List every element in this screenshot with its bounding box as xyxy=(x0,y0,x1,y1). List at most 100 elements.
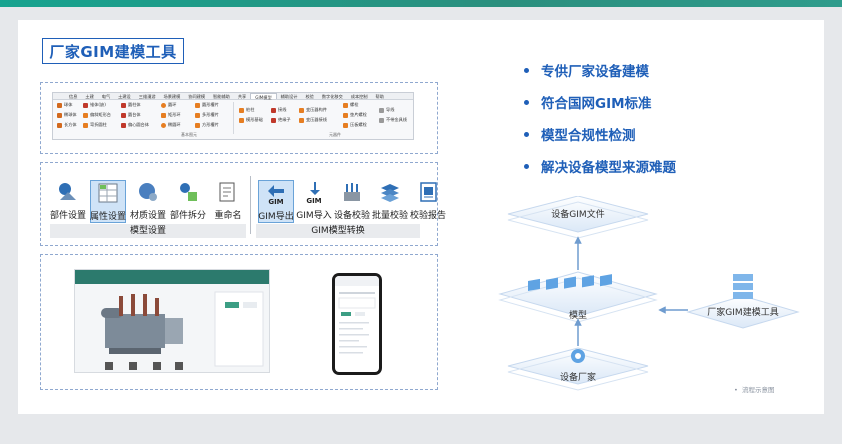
gim-tool-panel: 模型设置 GIM模型转换 部件设置 属性设置 材质设置 部件拆分 重命名 GIM GIM导出… xyxy=(48,168,446,240)
ribbon-tab[interactable]: 信息 xyxy=(65,93,81,99)
ribbon-tab[interactable]: 土建 xyxy=(81,93,97,99)
ribbon-item[interactable]: 偏斜矩形台 xyxy=(83,112,111,118)
ribbon-tab[interactable]: 三维漫游 xyxy=(135,93,160,99)
page-title-box: 厂家GIM建模工具 xyxy=(42,38,184,64)
ribbon-group-label: 基本图元 xyxy=(181,132,197,137)
flow-diagram: 设备GIM文件 模型 设备厂家 厂家GIM建模工具 xyxy=(498,196,800,391)
tool-property-settings-button[interactable]: 属性设置 xyxy=(90,180,126,223)
diagram-note: • 流程示意图 xyxy=(734,386,775,394)
tool-material-settings-button[interactable]: 材质设置 xyxy=(130,180,166,221)
ribbon-item[interactable]: 变压器接线 xyxy=(299,117,327,123)
ribbon-tab[interactable]: 校验 xyxy=(301,93,317,99)
ribbon-tab[interactable]: 电气 xyxy=(98,93,114,99)
mobile-preview xyxy=(332,273,382,375)
ribbon-col-5: 圆形槽片 多形槽片 方形槽片 xyxy=(195,102,219,128)
ribbon-item[interactable]: 长方体 xyxy=(57,122,77,128)
ribbon-item[interactable]: 圆形槽片 xyxy=(195,102,219,108)
svg-text:GIM: GIM xyxy=(268,198,283,205)
tool-label: GIM导入 xyxy=(296,211,332,221)
ribbon-item[interactable]: 球体 xyxy=(57,102,77,108)
ribbon-screenshot: 信息 土建 电气 土建设 三维漫游 场景建模 协同建模 智能辅助 共享 GIM模型 辅助设计 校验 数字… xyxy=(52,92,414,140)
feature-item: 符合国网GIM标准 xyxy=(524,86,676,118)
ribbon-col-7: 接线 绝缘子 xyxy=(271,107,291,123)
ribbon-item[interactable]: 接线 xyxy=(271,107,291,113)
batch-check-icon xyxy=(378,180,402,204)
ribbon-item[interactable]: 压板螺栓 xyxy=(343,122,367,128)
ribbon-item[interactable]: 模形基础 xyxy=(239,117,263,123)
ribbon-tab[interactable]: 土建设 xyxy=(114,93,135,99)
ribbon-item[interactable]: 偏心圆台体 xyxy=(121,122,149,128)
ribbon-tab[interactable]: 帮助 xyxy=(372,93,388,99)
gim-import-icon: GIM xyxy=(302,180,326,204)
ribbon-item[interactable]: 螺栓 xyxy=(343,102,367,108)
ribbon-item[interactable]: 弯折圆柱 xyxy=(83,122,111,128)
tool-rename-button[interactable]: 重命名 xyxy=(210,180,246,221)
ribbon-item[interactable]: 导线 xyxy=(379,107,407,113)
feature-list: 专供厂家设备建模 符合国网GIM标准 模型合规性检测 解决设备模型来源难题 xyxy=(524,54,676,182)
ribbon-col-10: 导线 不带金具线 xyxy=(379,107,407,123)
ribbon-tab[interactable]: 数字化移交 xyxy=(318,93,347,99)
tool-separator xyxy=(250,176,251,234)
ribbon-item[interactable]: 垫片螺栓 xyxy=(343,112,367,118)
ribbon-item[interactable]: 锥体(缺) xyxy=(83,102,111,108)
ribbon-tab[interactable]: GIM模型 xyxy=(250,93,277,100)
tool-node: 厂家GIM建模工具 xyxy=(686,274,800,329)
ribbon-col-1: 球体 椭球体 长方体 xyxy=(57,102,77,128)
gim-file-node: 设备GIM文件 xyxy=(507,196,649,239)
ribbon-separator xyxy=(233,102,234,134)
ribbon-item[interactable]: 方形槽片 xyxy=(195,122,219,128)
tool-gim-export-button[interactable]: GIM GIM导出 xyxy=(258,180,294,223)
gim-export-icon: GIM xyxy=(264,181,288,205)
tool-label: 部件拆分 xyxy=(170,211,207,221)
tool-label: 材质设置 xyxy=(130,211,167,221)
part-settings-icon xyxy=(56,180,80,204)
ribbon-item[interactable]: 桩柱 xyxy=(239,107,263,113)
ribbon-item[interactable]: 圆环 xyxy=(161,102,181,108)
ribbon-tab[interactable]: 协同建模 xyxy=(184,93,209,99)
tool-batch-check-button[interactable]: 批量校验 xyxy=(372,180,408,221)
ribbon-item[interactable]: 绝缘子 xyxy=(271,117,291,123)
tool-label: 设备校验 xyxy=(334,211,371,221)
ribbon-item[interactable]: 不带金具线 xyxy=(379,117,407,123)
tool-part-settings-button[interactable]: 部件设置 xyxy=(50,180,86,221)
gim-file-label: 设备GIM文件 xyxy=(551,208,604,220)
ribbon-tabs: 信息 土建 电气 土建设 三维漫游 场景建模 协同建模 智能辅助 共享 GIM模型 辅助设计 校验 数字… xyxy=(53,93,413,100)
ribbon-item[interactable]: 圆台体 xyxy=(121,112,149,118)
tool-part-split-button[interactable]: 部件拆分 xyxy=(170,180,206,221)
tool-label: 属性设置 xyxy=(90,212,127,222)
property-settings-icon xyxy=(96,181,120,205)
top-accent-bar xyxy=(0,0,842,7)
tool-label: GIM导出 xyxy=(258,212,294,222)
ribbon-item[interactable]: 椭球体 xyxy=(57,112,77,118)
tool-gim-import-button[interactable]: GIM GIM导入 xyxy=(296,180,332,221)
tool-device-check-button[interactable]: 设备校验 xyxy=(334,180,370,221)
feature-item: 专供厂家设备建模 xyxy=(524,54,676,86)
feature-item: 模型合规性检测 xyxy=(524,118,676,150)
device-check-icon xyxy=(340,180,364,204)
ribbon-item[interactable]: 圆柱体 xyxy=(121,102,149,108)
tool-label: 部件设置 xyxy=(50,211,87,221)
tool-label: 厂家GIM建模工具 xyxy=(707,306,778,318)
ribbon-item[interactable]: 椭圆环 xyxy=(161,122,181,128)
svg-text:GIM: GIM xyxy=(306,197,321,204)
ribbon-tab[interactable]: 智能辅助 xyxy=(209,93,234,99)
manufacturer-node: 设备厂家 xyxy=(507,347,649,391)
ribbon-item[interactable]: 多形槽片 xyxy=(195,112,219,118)
tool-check-report-button[interactable]: 校验报告 xyxy=(410,180,446,221)
ribbon-tab[interactable]: 场景建模 xyxy=(160,93,185,99)
ribbon-tab[interactable]: 共享 xyxy=(234,93,250,99)
tool-label: 重命名 xyxy=(214,211,242,221)
model-node: 模型 xyxy=(498,271,658,323)
ribbon-tab[interactable]: 成本控制 xyxy=(347,93,372,99)
mobile-screen xyxy=(335,276,379,372)
feature-item: 解决设备模型来源难题 xyxy=(524,150,676,182)
manufacturer-label: 设备厂家 xyxy=(560,371,596,383)
ribbon-item[interactable]: 矩形环 xyxy=(161,112,181,118)
ribbon-col-9: 螺栓 垫片螺栓 压板螺栓 xyxy=(343,102,367,128)
ribbon-tab[interactable]: 辅助设计 xyxy=(277,93,302,99)
ribbon-item[interactable]: 变压器构件 xyxy=(299,107,327,113)
tool-label: 批量校验 xyxy=(372,211,409,221)
ribbon-col-4: 圆环 矩形环 椭圆环 xyxy=(161,102,181,128)
web-preview-header xyxy=(75,270,269,284)
page-title: 厂家GIM建模工具 xyxy=(49,42,177,61)
